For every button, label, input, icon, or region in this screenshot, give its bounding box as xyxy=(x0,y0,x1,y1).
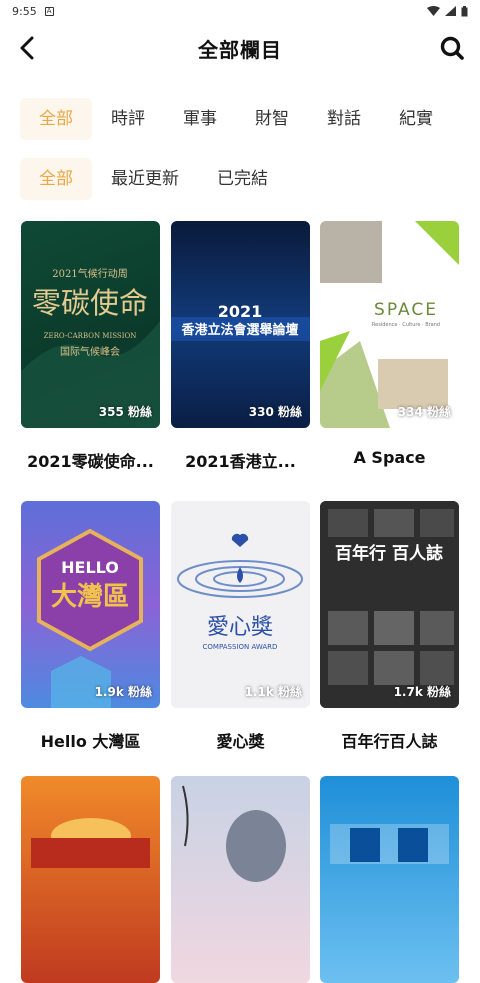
art-line-2: Residence · Culture · Brand xyxy=(372,322,440,328)
status-bar: 9:55 A xyxy=(0,0,480,22)
tab-commentary[interactable]: 時評 xyxy=(92,98,164,140)
art-line-1: 百年行 百人誌 xyxy=(335,543,443,564)
program-name: 愛心獎 xyxy=(216,732,265,751)
art-line-1: 愛心獎 xyxy=(207,615,273,640)
thumbnail-art: 愛心獎 COMPASSION AWARD xyxy=(177,533,303,651)
program-card[interactable]: 2021气候行动周 零碳使命 ZERO-CARBON MISSION 国际气候峰… xyxy=(21,221,160,472)
program-thumbnail: 2021 香港立法會選舉論壇 330 粉絲 xyxy=(171,221,310,428)
program-thumbnail: 愛心獎 COMPASSION AWARD 1.1k 粉絲 xyxy=(171,501,310,708)
status-filters: 全部 最近更新 已完結 xyxy=(20,156,287,202)
back-button[interactable] xyxy=(14,34,42,62)
filter-all[interactable]: 全部 xyxy=(20,158,92,200)
fan-count: 330 粉絲 xyxy=(248,405,302,419)
program-card[interactable] xyxy=(171,776,310,983)
thumbnail-art: HELLO 大灣區 xyxy=(37,528,143,708)
page-title: 全部欄目 xyxy=(198,37,282,62)
fan-count: 334 粉絲 xyxy=(397,405,451,419)
program-card[interactable]: 愛心獎 COMPASSION AWARD 1.1k 粉絲 愛心獎 xyxy=(171,501,310,752)
art-line-1: HELLO xyxy=(61,558,119,577)
program-thumbnail: 2021气候行动周 零碳使命 ZERO-CARBON MISSION 国际气候峰… xyxy=(21,221,160,428)
program-card[interactable]: HELLO 大灣區 1.9k 粉絲 Hello 大灣區 xyxy=(21,501,160,752)
program-name: 百年行百人誌 xyxy=(341,732,438,751)
art-line-1: 2021 xyxy=(218,302,263,321)
art-line-2: 香港立法會選舉論壇 xyxy=(180,322,298,338)
status-time: 9:55 xyxy=(12,4,37,18)
tab-finance[interactable]: 財智 xyxy=(236,98,308,140)
thumbnail-art xyxy=(182,785,286,882)
art-line-1: 2021气候行动周 xyxy=(52,267,127,280)
battery-icon xyxy=(461,5,468,16)
thumbnail-art: 2021气候行动周 零碳使命 ZERO-CARBON MISSION 国际气候峰… xyxy=(21,267,160,428)
fan-count: 1.9k 粉絲 xyxy=(94,685,152,699)
art-line-2: 零碳使命 xyxy=(32,286,148,320)
program-thumbnail xyxy=(171,776,310,983)
back-arrow-icon xyxy=(20,36,34,60)
program-thumbnail xyxy=(320,776,459,983)
thumbnail-art xyxy=(31,818,150,868)
search-icon xyxy=(440,36,464,60)
program-card[interactable]: SPACE Residence · Culture · Brand 334 粉絲… xyxy=(320,221,459,467)
filter-recently-updated[interactable]: 最近更新 xyxy=(92,158,198,200)
thumbnail-art: 百年行 百人誌 xyxy=(320,501,459,708)
program-card[interactable]: 2021 香港立法會選舉論壇 330 粉絲 2021香港立... xyxy=(171,221,310,472)
tab-military[interactable]: 軍事 xyxy=(164,98,236,140)
art-line-2: COMPASSION AWARD xyxy=(203,643,278,651)
program-card[interactable] xyxy=(320,776,459,983)
art-line-4: 国际气候峰会 xyxy=(60,345,120,358)
tab-documentary[interactable]: 紀實 xyxy=(380,98,452,140)
filter-completed[interactable]: 已完結 xyxy=(198,158,287,200)
top-app-bar: 全部欄目 xyxy=(0,22,480,74)
thumbnail-art: SPACE Residence · Culture · Brand xyxy=(320,221,459,428)
category-tabs: 全部 時評 軍事 財智 對話 紀實 xyxy=(20,96,480,142)
signal-icon xyxy=(445,6,456,16)
art-line-1: SPACE xyxy=(374,300,438,320)
thumbnail-art: 2021 香港立法會選舉論壇 xyxy=(171,302,310,341)
art-line-2: 大灣區 xyxy=(51,582,129,612)
fan-count: 1.1k 粉絲 xyxy=(244,685,302,699)
program-thumbnail xyxy=(21,776,160,983)
search-button[interactable] xyxy=(438,34,466,62)
notification-icon: A xyxy=(44,6,54,16)
program-name: 2021零碳使命... xyxy=(27,452,154,471)
art-line-3: ZERO-CARBON MISSION xyxy=(44,332,137,340)
program-name: A Space xyxy=(353,448,426,467)
tab-all[interactable]: 全部 xyxy=(20,98,92,140)
fan-count: 355 粉絲 xyxy=(98,405,152,419)
program-name: 2021香港立... xyxy=(185,452,296,471)
program-thumbnail: HELLO 大灣區 1.9k 粉絲 xyxy=(21,501,160,708)
program-thumbnail: 百年行 百人誌 1.7k 粉絲 xyxy=(320,501,459,708)
thumbnail-art xyxy=(330,824,449,864)
status-icons xyxy=(427,5,468,17)
program-name: Hello 大灣區 xyxy=(40,732,141,751)
tab-dialogue[interactable]: 對話 xyxy=(308,98,380,140)
program-card[interactable]: 百年行 百人誌 1.7k 粉絲 百年行百人誌 xyxy=(320,501,459,752)
wifi-icon xyxy=(427,6,440,16)
program-card[interactable] xyxy=(21,776,160,983)
program-thumbnail: SPACE Residence · Culture · Brand 334 粉絲 xyxy=(320,221,459,428)
fan-count: 1.7k 粉絲 xyxy=(393,685,451,699)
